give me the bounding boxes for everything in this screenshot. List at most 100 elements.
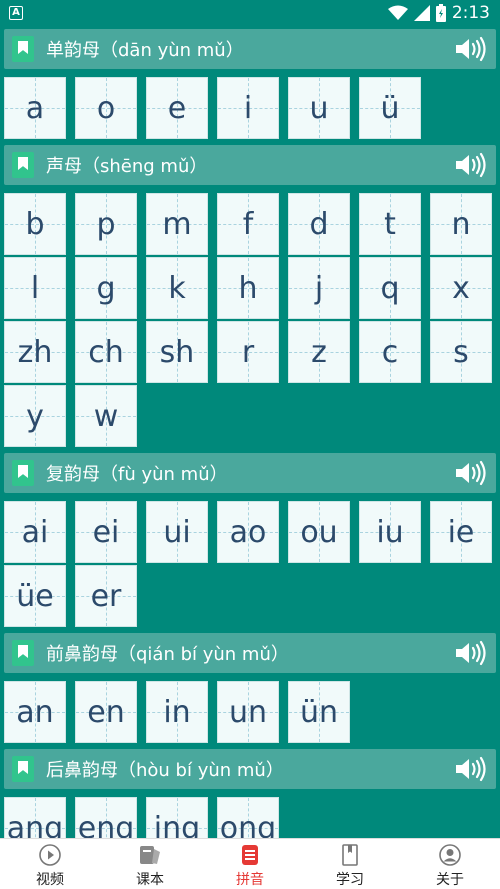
status-icons: 2:13 bbox=[387, 3, 490, 23]
nav-textbook-label: 课本 bbox=[136, 872, 164, 888]
speaker-icon[interactable] bbox=[454, 151, 488, 179]
pinyin-card[interactable]: q bbox=[359, 257, 421, 319]
signal-icon bbox=[413, 5, 430, 21]
pinyin-letter: s bbox=[453, 334, 469, 370]
speaker-icon[interactable] bbox=[454, 459, 488, 487]
speaker-icon[interactable] bbox=[454, 35, 488, 63]
pinyin-card[interactable]: ou bbox=[288, 501, 350, 563]
pinyin-card[interactable]: an bbox=[4, 681, 66, 743]
pinyin-card[interactable]: u bbox=[288, 77, 350, 139]
pinyin-letter: er bbox=[90, 578, 122, 614]
pinyin-letter: q bbox=[380, 270, 400, 306]
pinyin-letter: r bbox=[241, 334, 255, 370]
pinyin-letter: üe bbox=[16, 578, 54, 614]
pinyin-card[interactable]: iu bbox=[359, 501, 421, 563]
pinyin-card[interactable]: d bbox=[288, 193, 350, 255]
app-notification-icon: A bbox=[9, 6, 23, 20]
speaker-icon[interactable] bbox=[454, 755, 488, 783]
pinyin-letter: b bbox=[25, 206, 45, 242]
pinyin-grid-initials: b p m f d t n l g k h j q x zh ch sh r z c s y w bbox=[4, 193, 496, 447]
bookmark-icon bbox=[337, 843, 363, 867]
pinyin-card[interactable]: zh bbox=[4, 321, 66, 383]
pinyin-card[interactable]: ei bbox=[75, 501, 137, 563]
pinyin-card[interactable]: c bbox=[359, 321, 421, 383]
pinyin-card[interactable]: r bbox=[217, 321, 279, 383]
nav-textbook[interactable]: 课本 bbox=[100, 839, 200, 889]
pinyin-card[interactable]: i bbox=[217, 77, 279, 139]
pinyin-letter: ong bbox=[219, 810, 277, 839]
play-icon bbox=[37, 843, 63, 867]
bookmark-icon bbox=[12, 460, 34, 486]
nav-study[interactable]: 学习 bbox=[300, 839, 400, 889]
pinyin-card[interactable]: l bbox=[4, 257, 66, 319]
pinyin-card[interactable]: w bbox=[75, 385, 137, 447]
pinyin-letter: k bbox=[168, 270, 186, 306]
pinyin-card[interactable]: f bbox=[217, 193, 279, 255]
pinyin-card[interactable]: n bbox=[430, 193, 492, 255]
pinyin-letter: h bbox=[238, 270, 258, 306]
pinyin-letter: g bbox=[96, 270, 116, 306]
pinyin-card[interactable]: er bbox=[75, 565, 137, 627]
pinyin-letter: c bbox=[381, 334, 399, 370]
pinyin-card[interactable]: ing bbox=[146, 797, 208, 838]
pinyin-card[interactable]: ü bbox=[359, 77, 421, 139]
pinyin-card[interactable]: ong bbox=[217, 797, 279, 838]
bottom-navigation: 视频 课本 拼音 学习 关于 bbox=[0, 838, 500, 889]
pinyin-card[interactable]: ai bbox=[4, 501, 66, 563]
pinyin-card[interactable]: ao bbox=[217, 501, 279, 563]
textbook-icon bbox=[137, 843, 163, 867]
pinyin-letter: j bbox=[314, 270, 324, 306]
pinyin-card[interactable]: a bbox=[4, 77, 66, 139]
nav-about-label: 关于 bbox=[436, 872, 464, 888]
section-title: 单韵母（dān yùn mǔ） bbox=[46, 40, 244, 61]
bookmark-icon bbox=[12, 756, 34, 782]
pinyin-card[interactable]: x bbox=[430, 257, 492, 319]
user-icon bbox=[437, 843, 463, 867]
pinyin-card[interactable]: ch bbox=[75, 321, 137, 383]
nav-video[interactable]: 视频 bbox=[0, 839, 100, 889]
pinyin-card[interactable]: y bbox=[4, 385, 66, 447]
speaker-icon[interactable] bbox=[454, 639, 488, 667]
pinyin-letter: i bbox=[243, 90, 253, 126]
nav-study-label: 学习 bbox=[336, 872, 364, 888]
pinyin-card[interactable]: e bbox=[146, 77, 208, 139]
pinyin-content[interactable]: 单韵母（dān yùn mǔ） a o e i u ü 声母（shēng mǔ） b p m f d t n… bbox=[0, 26, 500, 838]
pinyin-card[interactable]: en bbox=[75, 681, 137, 743]
pinyin-letter: o bbox=[96, 90, 116, 126]
section-header-compound-finals: 复韵母（fù yùn mǔ） bbox=[4, 453, 496, 493]
pinyin-card[interactable]: s bbox=[430, 321, 492, 383]
pinyin-card[interactable]: ün bbox=[288, 681, 350, 743]
pinyin-card[interactable]: m bbox=[146, 193, 208, 255]
pinyin-grid-front-nasal-finals: an en in un ün bbox=[4, 681, 496, 743]
pinyin-letter: in bbox=[163, 694, 191, 730]
pinyin-letter: m bbox=[162, 206, 192, 242]
pinyin-card[interactable]: z bbox=[288, 321, 350, 383]
pinyin-letter: an bbox=[16, 694, 54, 730]
pinyin-letter: y bbox=[26, 398, 44, 434]
pinyin-letter: ao bbox=[229, 514, 267, 550]
pinyin-card[interactable]: j bbox=[288, 257, 350, 319]
pinyin-card[interactable]: un bbox=[217, 681, 279, 743]
pinyin-card[interactable]: o bbox=[75, 77, 137, 139]
pinyin-letter: ai bbox=[21, 514, 49, 550]
section-header-single-finals: 单韵母（dān yùn mǔ） bbox=[4, 29, 496, 69]
pinyin-card[interactable]: sh bbox=[146, 321, 208, 383]
pinyin-grid-single-finals: aoei uü bbox=[4, 77, 496, 139]
pinyin-card[interactable]: ui bbox=[146, 501, 208, 563]
pinyin-card[interactable]: ang bbox=[4, 797, 66, 838]
nav-pinyin[interactable]: 拼音 bbox=[200, 839, 300, 889]
pinyin-card[interactable]: k bbox=[146, 257, 208, 319]
bookmark-icon bbox=[12, 640, 34, 666]
pinyin-card[interactable]: in bbox=[146, 681, 208, 743]
pinyin-card[interactable]: g bbox=[75, 257, 137, 319]
battery-icon bbox=[435, 4, 446, 22]
pinyin-letter: u bbox=[309, 90, 329, 126]
nav-about[interactable]: 关于 bbox=[400, 839, 500, 889]
pinyin-card[interactable]: h bbox=[217, 257, 279, 319]
pinyin-card[interactable]: eng bbox=[75, 797, 137, 838]
pinyin-card[interactable]: ie bbox=[430, 501, 492, 563]
pinyin-card[interactable]: b bbox=[4, 193, 66, 255]
pinyin-card[interactable]: t bbox=[359, 193, 421, 255]
pinyin-card[interactable]: p bbox=[75, 193, 137, 255]
pinyin-card[interactable]: üe bbox=[4, 565, 66, 627]
